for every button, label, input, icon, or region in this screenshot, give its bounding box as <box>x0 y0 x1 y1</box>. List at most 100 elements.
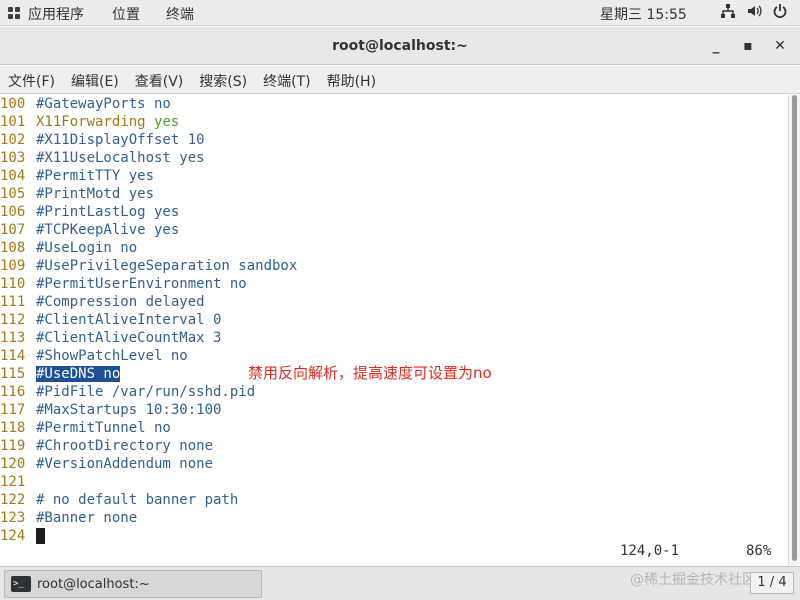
editor-line: 104 #PermitTTY yes <box>0 167 154 185</box>
line-number: 100 <box>0 96 26 112</box>
line-text: #ClientAliveCountMax 3 <box>36 330 222 346</box>
scrollbar[interactable] <box>788 95 800 565</box>
line-text: #UseLogin no <box>36 240 138 256</box>
cursor-position: 124,0-1 <box>620 543 680 559</box>
line-text: #VersionAddendum none <box>36 456 214 472</box>
editor-line: 114 #ShowPatchLevel no <box>0 347 188 365</box>
taskbar-item-label: root@localhost:~ <box>37 577 150 592</box>
terminal-icon: >_ <box>11 576 31 592</box>
config-value: yes <box>154 114 180 130</box>
line-number: 121 <box>0 474 26 490</box>
editor-line: 100 #GatewayPorts no <box>0 95 171 113</box>
editor-line: 123 #Banner none <box>0 509 137 527</box>
line-text: # no default banner path <box>36 492 239 508</box>
editor-line: 101 X11Forwarding yes <box>0 113 179 131</box>
line-text: #TCPKeepAlive yes <box>36 222 180 238</box>
menu-view[interactable]: 查看(V) <box>135 66 184 93</box>
editor-line: 116 #PidFile /var/run/sshd.pid <box>0 383 255 401</box>
line-number: 112 <box>0 312 26 328</box>
watermark-text: @稀土掘金技术社区 <box>630 572 756 588</box>
line-number: 116 <box>0 384 26 400</box>
applications-menu[interactable]: 应用程序 <box>8 4 84 24</box>
line-number: 124 <box>0 528 26 544</box>
editor-line: 110 #PermitUserEnvironment no <box>0 275 247 293</box>
line-number: 115 <box>0 366 26 382</box>
line-number: 108 <box>0 240 26 256</box>
line-number: 122 <box>0 492 26 508</box>
places-menu[interactable]: 位置 <box>112 4 140 24</box>
line-text: #PermitUserEnvironment no <box>36 276 247 292</box>
minimize-button[interactable]: _ <box>706 37 726 55</box>
line-text: #PermitTunnel no <box>36 420 171 436</box>
line-text: #ChrootDirectory none <box>36 438 214 454</box>
config-option: X11Forwarding <box>36 114 146 130</box>
applications-label: 应用程序 <box>28 7 84 23</box>
selected-text: #UseDNS no <box>36 366 121 382</box>
line-number: 110 <box>0 276 26 292</box>
line-number: 103 <box>0 150 26 166</box>
line-number: 104 <box>0 168 26 184</box>
line-text: #X11UseLocalhost yes <box>36 150 205 166</box>
line-number: 120 <box>0 456 26 472</box>
editor-line: 120 #VersionAddendum none <box>0 455 213 473</box>
editor-line: 102 #X11DisplayOffset 10 <box>0 131 205 149</box>
line-number: 102 <box>0 132 26 148</box>
editor-line: 111 #Compression delayed <box>0 293 205 311</box>
menu-help[interactable]: 帮助(H) <box>327 66 376 93</box>
editor-line: 122 # no default banner path <box>0 491 238 509</box>
taskbar-item-terminal[interactable]: >_ root@localhost:~ <box>4 570 262 598</box>
menu-terminal[interactable]: 终端(T) <box>263 66 310 93</box>
editor-line: 107 #TCPKeepAlive yes <box>0 221 179 239</box>
menu-edit[interactable]: 编辑(E) <box>71 66 119 93</box>
scroll-percent: 86% <box>746 543 772 559</box>
line-text: #PrintMotd yes <box>36 186 155 202</box>
line-number: 101 <box>0 114 26 130</box>
text-cursor <box>36 528 45 544</box>
system-tray[interactable] <box>720 3 788 23</box>
line-number: 106 <box>0 204 26 220</box>
editor-line: 106 #PrintLastLog yes <box>0 203 179 221</box>
line-number: 123 <box>0 510 26 526</box>
volume-icon[interactable] <box>746 3 762 23</box>
line-text: #PidFile /var/run/sshd.pid <box>36 384 256 400</box>
line-text: #Banner none <box>36 510 138 526</box>
line-number: 109 <box>0 258 26 274</box>
window-title: root@localhost:~ <box>332 38 468 54</box>
network-icon[interactable] <box>720 3 736 23</box>
editor-line: 109 #UsePrivilegeSeparation sandbox <box>0 257 297 275</box>
line-text: #X11DisplayOffset 10 <box>36 132 205 148</box>
top-bar: 应用程序 位置 终端 星期三 15:55 <box>0 0 800 26</box>
line-text: #UsePrivilegeSeparation sandbox <box>36 258 298 274</box>
menu-file[interactable]: 文件(F) <box>8 66 55 93</box>
line-text: #PrintLastLog yes <box>36 204 180 220</box>
menu-search[interactable]: 搜索(S) <box>199 66 247 93</box>
line-number: 119 <box>0 438 26 454</box>
line-text: #ClientAliveInterval 0 <box>36 312 222 328</box>
line-number: 111 <box>0 294 26 310</box>
workspace-pager[interactable]: 1 / 4 <box>750 572 794 594</box>
editor-line: 103 #X11UseLocalhost yes <box>0 149 205 167</box>
line-text: #Compression delayed <box>36 294 205 310</box>
editor-line: 118 #PermitTunnel no <box>0 419 171 437</box>
editor-line: 124 <box>0 527 45 545</box>
line-text: #GatewayPorts no <box>36 96 171 112</box>
line-number: 107 <box>0 222 26 238</box>
line-number: 105 <box>0 186 26 202</box>
line-number: 118 <box>0 420 26 436</box>
line-number: 113 <box>0 330 26 346</box>
editor-line: 108 #UseLogin no <box>0 239 137 257</box>
power-icon[interactable] <box>772 3 788 23</box>
window-title-bar[interactable]: root@localhost:~ _ ▪ ✕ <box>0 27 800 65</box>
terminal-area[interactable]: 禁用反向解析，提高速度可设置为no 124,0-1 86% 100 #Gatewa… <box>0 95 788 565</box>
scrollbar-thumb[interactable] <box>792 95 797 561</box>
annotation-text: 禁用反向解析，提高速度可设置为no <box>248 364 492 382</box>
line-text: #MaxStartups 10:30:100 <box>36 402 222 418</box>
terminal-app-menu[interactable]: 终端 <box>166 4 194 24</box>
line-text: #PermitTTY yes <box>36 168 155 184</box>
applications-icon <box>8 7 22 21</box>
close-button[interactable]: ✕ <box>770 37 790 55</box>
clock[interactable]: 星期三 15:55 <box>600 4 687 24</box>
line-number: 114 <box>0 348 26 364</box>
editor-line: 112 #ClientAliveInterval 0 <box>0 311 221 329</box>
maximize-button[interactable]: ▪ <box>738 37 758 55</box>
